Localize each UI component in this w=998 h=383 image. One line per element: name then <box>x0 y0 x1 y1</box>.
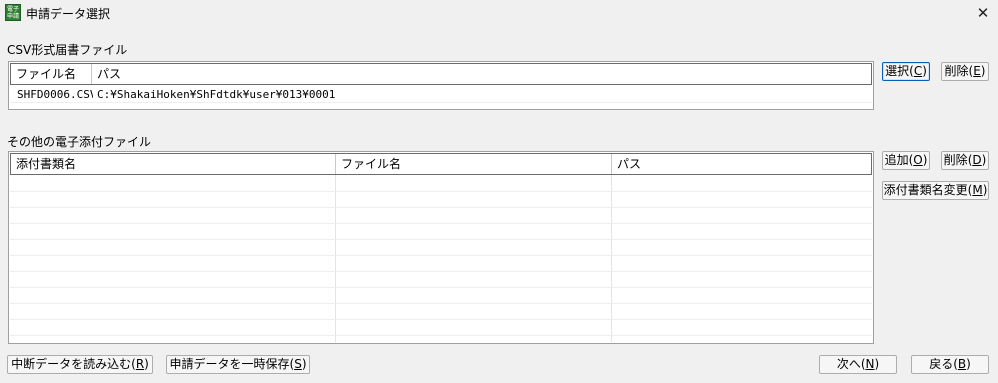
table-row[interactable] <box>10 176 872 192</box>
csv-file-name: SHFD0006.CSV <box>17 88 93 101</box>
delete-attachment-button-mnemonic: D <box>972 153 982 167</box>
temp-save-button[interactable]: 申請データを一時保存(S) <box>166 355 310 374</box>
table-row[interactable] <box>10 288 872 304</box>
table-row[interactable] <box>10 240 872 256</box>
csv-file-path: C:¥ShakaiHoken¥ShFdtdk¥user¥013¥0001 <box>97 88 336 101</box>
back-button-label: 戻る <box>929 357 954 371</box>
app-icon-text: 電子申請 <box>6 6 19 20</box>
column-header-path[interactable]: パス <box>612 154 871 174</box>
select-button[interactable]: 選択(C) <box>882 62 930 81</box>
rename-document-button-label: 添付書類名変更 <box>883 183 968 197</box>
table-row[interactable] <box>10 192 872 208</box>
next-button[interactable]: 次へ(N) <box>819 355 897 374</box>
add-button-mnemonic: O <box>913 153 923 167</box>
next-button-label: 次へ <box>836 357 861 371</box>
csv-file-table[interactable]: ファイル名 パス SHFD0006.CSV C:¥ShakaiHoken¥ShF… <box>8 61 874 110</box>
select-button-label: 選択 <box>885 64 910 78</box>
load-button-mnemonic: R <box>135 357 145 371</box>
delete-csv-button-label: 削除 <box>944 64 969 78</box>
next-button-mnemonic: N <box>865 357 875 371</box>
table-row[interactable] <box>10 320 872 336</box>
rename-document-button-mnemonic: M <box>972 183 983 197</box>
add-button-label: 追加 <box>884 153 909 167</box>
csv-section-label: CSV形式届書ファイル <box>7 43 128 57</box>
column-header-path[interactable]: パス <box>92 64 871 84</box>
table-row[interactable] <box>10 208 872 224</box>
column-header-filename[interactable]: ファイル名 <box>336 154 612 174</box>
table-row[interactable] <box>10 224 872 240</box>
load-suspended-data-button[interactable]: 中断データを読み込む(R) <box>7 355 153 374</box>
table-row[interactable] <box>10 272 872 288</box>
window-title: 申請データ選択 <box>26 7 111 21</box>
table-row[interactable]: SHFD0006.CSV C:¥ShakaiHoken¥ShFdtdk¥user… <box>10 87 872 103</box>
save-button-label: 申請データを一時保存 <box>169 357 290 371</box>
delete-csv-button-mnemonic: E <box>973 64 981 78</box>
delete-attachment-button-label: 削除 <box>943 153 968 167</box>
column-header-document-name[interactable]: 添付書類名 <box>11 154 336 174</box>
column-header-filename[interactable]: ファイル名 <box>11 64 92 84</box>
csv-table-header: ファイル名 パス <box>10 63 872 85</box>
back-button-mnemonic: B <box>957 357 967 371</box>
close-icon[interactable]: ✕ <box>972 2 994 24</box>
attachments-table[interactable]: 添付書類名 ファイル名 パス <box>8 151 874 344</box>
save-button-mnemonic: S <box>294 357 302 371</box>
select-button-mnemonic: C <box>913 64 923 78</box>
add-button[interactable]: 追加(O) <box>882 151 930 170</box>
title-bar: 電子申請 申請データ選択 ✕ <box>0 0 998 28</box>
attachments-table-header: 添付書類名 ファイル名 パス <box>10 153 872 175</box>
load-button-label: 中断データを読み込む <box>11 357 132 371</box>
table-row[interactable] <box>10 256 872 272</box>
app-icon: 電子申請 <box>5 4 21 21</box>
attachments-section-label: その他の電子添付ファイル <box>7 135 152 149</box>
back-button[interactable]: 戻る(B) <box>911 355 989 374</box>
delete-attachment-button[interactable]: 削除(D) <box>941 151 989 170</box>
table-row[interactable] <box>10 304 872 320</box>
delete-csv-button[interactable]: 削除(E) <box>941 62 989 81</box>
rename-document-button[interactable]: 添付書類名変更(M) <box>882 181 989 200</box>
